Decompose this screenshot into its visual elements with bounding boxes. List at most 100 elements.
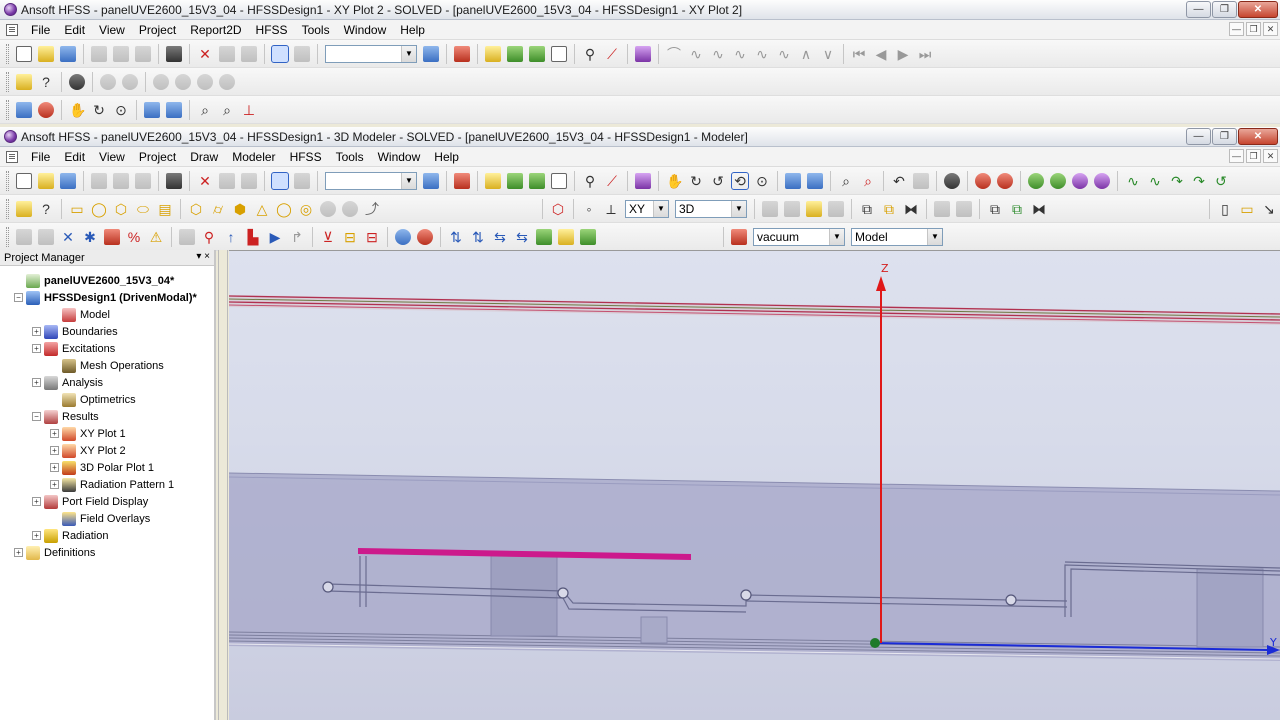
fields-icon-1[interactable]: ⇅: [448, 229, 464, 245]
analysis-setup-icon[interactable]: [395, 228, 411, 245]
expand-icon[interactable]: +: [50, 480, 59, 489]
solve-icon[interactable]: [529, 172, 545, 189]
toolbar-grip[interactable]: [6, 226, 9, 247]
draw-spiral-icon[interactable]: [342, 200, 358, 217]
wave-icon-4[interactable]: ∿: [754, 46, 770, 62]
select-object-icon[interactable]: [294, 45, 310, 62]
help-topics-icon[interactable]: [16, 73, 32, 90]
boundary-icon-1[interactable]: [16, 228, 32, 245]
new-file-icon[interactable]: [16, 172, 32, 189]
tree-node[interactable]: + Excitations: [0, 340, 214, 357]
project-manager-controls[interactable]: ▾ ×: [196, 251, 210, 262]
expand-icon[interactable]: +: [50, 463, 59, 472]
orient-icon[interactable]: ⊙: [754, 173, 770, 189]
axis-icon[interactable]: ⊥: [241, 102, 257, 118]
undo-icon[interactable]: [219, 172, 235, 189]
context-help-icon[interactable]: ?: [38, 74, 54, 90]
draw-regular-polyhedron-icon[interactable]: ⬢: [232, 201, 248, 217]
duplicate-along-line-icon[interactable]: ⧉: [987, 201, 1003, 217]
excitation-icon-3[interactable]: ↑: [223, 229, 239, 245]
outer-menu-edit[interactable]: Edit: [57, 20, 92, 40]
copy-icon[interactable]: [113, 172, 129, 189]
wave-icon-2[interactable]: ∿: [710, 46, 726, 62]
tree-node[interactable]: +3D Polar Plot 1: [0, 459, 214, 476]
rotate-object-icon[interactable]: ⧉: [881, 201, 897, 217]
via-block-right[interactable]: [1196, 568, 1264, 648]
fields-icon-5[interactable]: [536, 228, 552, 245]
center-arc-icon[interactable]: ↷: [1191, 173, 1207, 189]
pan-hand-icon[interactable]: ✋: [666, 173, 683, 189]
tree-node[interactable]: + Radiation Pattern 1: [0, 476, 214, 493]
zoom-fit-icon[interactable]: ⌕: [219, 102, 235, 118]
tree-node[interactable]: + Radiation: [0, 527, 214, 544]
toolbar-grip[interactable]: [6, 71, 9, 92]
inner-mdi-restore-button[interactable]: ❐: [1246, 149, 1261, 163]
inner-menu-tools[interactable]: Tools: [329, 147, 371, 167]
show-icon-6[interactable]: [219, 73, 235, 90]
drawing-plane-select[interactable]: XY ▼: [625, 199, 669, 218]
solution-data-icon[interactable]: [551, 45, 567, 62]
document-icon[interactable]: [6, 150, 18, 163]
chevron-down-icon[interactable]: ▼: [401, 45, 416, 62]
expand-icon[interactable]: +: [32, 344, 41, 353]
expand-icon[interactable]: +: [32, 497, 41, 506]
chevron-down-icon[interactable]: ▼: [653, 200, 668, 217]
save-icon[interactable]: [60, 172, 76, 189]
function-curve-icon[interactable]: ↺: [1213, 173, 1229, 189]
redo-icon[interactable]: [241, 45, 257, 62]
arc-icon[interactable]: ↷: [1169, 173, 1185, 189]
delete-icon[interactable]: ✕: [197, 173, 213, 189]
properties-icon[interactable]: [423, 45, 439, 62]
excitation-icon-4[interactable]: ▙: [245, 229, 261, 245]
outer-mdi-minimize-button[interactable]: —: [1229, 22, 1244, 36]
collapse-icon[interactable]: −: [32, 412, 41, 421]
last-frame-icon[interactable]: ⏭: [917, 46, 933, 62]
redo-icon[interactable]: [241, 172, 257, 189]
inner-close-button[interactable]: ✕: [1238, 128, 1278, 145]
excitation-icon-5[interactable]: ▶: [267, 229, 283, 245]
tree-node[interactable]: + Port Field Display: [0, 493, 214, 510]
chevron-down-icon[interactable]: ▼: [731, 200, 746, 217]
open-folder-icon[interactable]: [38, 45, 54, 62]
draw-rectangle-icon[interactable]: ▭: [69, 201, 85, 217]
tree-node[interactable]: Optimetrics: [0, 391, 214, 408]
wave-icon-6[interactable]: ∧: [798, 46, 814, 62]
inner-restore-button[interactable]: ❐: [1212, 128, 1237, 145]
document-icon[interactable]: [6, 23, 18, 36]
inner-menu-hfss[interactable]: HFSS: [283, 147, 329, 167]
play-icon[interactable]: ▶: [895, 46, 911, 62]
print-icon[interactable]: [166, 172, 182, 189]
show-icon-1[interactable]: [975, 172, 991, 189]
show-icon-6[interactable]: [1094, 172, 1110, 189]
open-folder-icon[interactable]: [38, 172, 54, 189]
zoom-out-box-icon[interactable]: [166, 101, 182, 118]
via-block-center[interactable]: [640, 616, 668, 644]
spline-icon[interactable]: ∿: [1147, 173, 1163, 189]
redo-view-icon[interactable]: [913, 172, 929, 189]
chevron-down-icon[interactable]: ▼: [401, 172, 416, 189]
inner-menu-window[interactable]: Window: [371, 147, 428, 167]
subtract-icon[interactable]: [784, 200, 800, 217]
overlay-icon[interactable]: [635, 172, 651, 189]
excitation-icon-6[interactable]: ↱: [289, 229, 305, 245]
draw-box-icon[interactable]: ⬡: [188, 201, 204, 217]
check-icon[interactable]: [507, 45, 523, 62]
mirror-icon[interactable]: ⧓: [903, 201, 919, 217]
draw-equation-surface-icon[interactable]: ▤: [157, 201, 173, 217]
tree-node[interactable]: Field Overlays: [0, 510, 214, 527]
fields-icon-4[interactable]: ⇆: [514, 229, 530, 245]
first-frame-icon[interactable]: ⏮: [851, 46, 867, 62]
design-icon[interactable]: [16, 101, 32, 118]
orbit-icon[interactable]: ⟲: [731, 171, 749, 190]
wave-icon-7[interactable]: ∨: [820, 46, 836, 62]
draw-helix-icon[interactable]: [320, 200, 336, 217]
show-icon-5[interactable]: [197, 73, 213, 90]
collapse-icon[interactable]: −: [14, 293, 23, 302]
model-analysis-icon[interactable]: ⬡: [550, 201, 566, 217]
duplicate-around-axis-icon[interactable]: ⧉: [1009, 201, 1025, 217]
modeler-3d-viewport[interactable]: Z Y: [229, 250, 1280, 720]
pan-hand-icon[interactable]: ✋: [69, 102, 86, 118]
outer-menu-view[interactable]: View: [92, 20, 132, 40]
sweep-icon[interactable]: [934, 200, 950, 217]
inner-mdi-minimize-button[interactable]: —: [1229, 149, 1244, 163]
